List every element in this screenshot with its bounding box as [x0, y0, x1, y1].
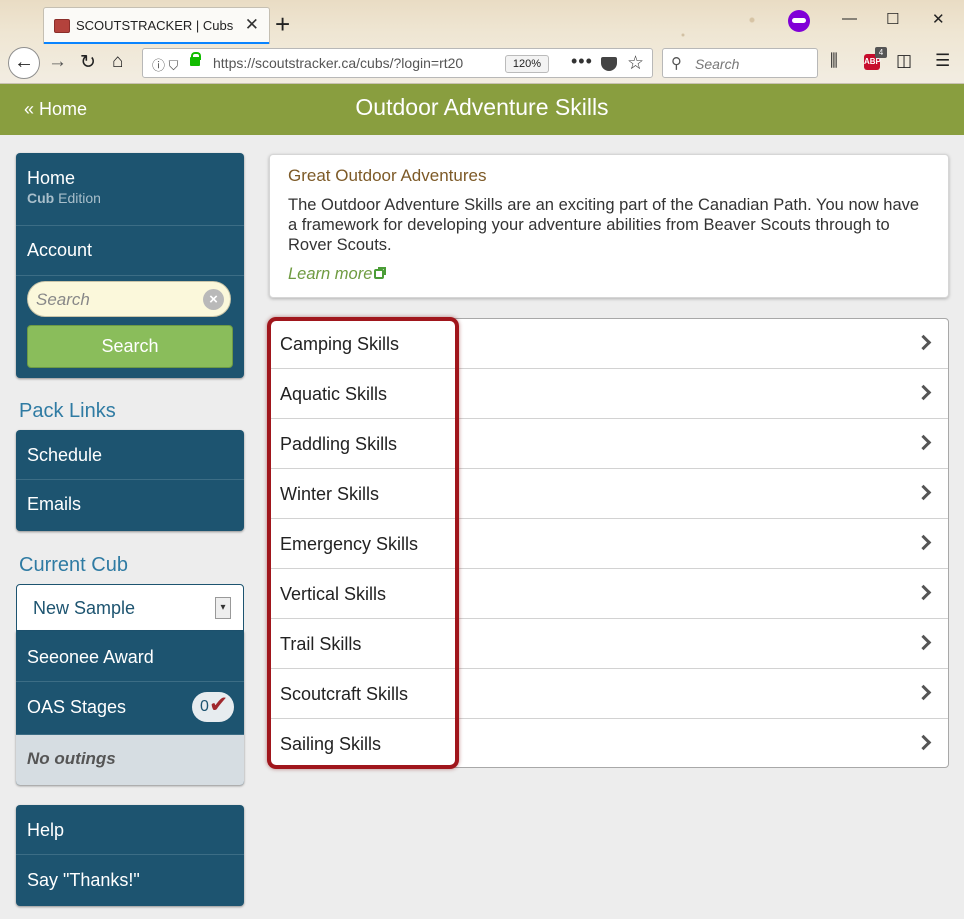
browser-search-field[interactable]: ⚲ Search — [662, 48, 818, 78]
minimize-icon[interactable]: — — [842, 10, 857, 27]
skill-label: Scoutcraft Skills — [280, 684, 409, 704]
sidebar-item-home[interactable]: Home Cub Edition — [16, 153, 244, 226]
browser-tab[interactable]: SCOUTSTRACKER | Cubs ✕ — [43, 7, 270, 44]
pack-links-heading: Pack Links — [19, 400, 116, 422]
forward-icon[interactable]: → — [48, 51, 67, 73]
search-placeholder: Search — [36, 290, 90, 309]
list-item-vertical-skills[interactable]: Vertical Skills — [270, 569, 948, 619]
list-item-trail-skills[interactable]: Trail Skills — [270, 619, 948, 669]
learn-more-link[interactable]: Learn more — [288, 265, 387, 284]
sidebar-item-schedule[interactable]: Schedule — [16, 430, 244, 480]
sidebar-item-oas-stages[interactable]: OAS Stages 0 ✔ — [16, 682, 244, 735]
list-item-camping-skills[interactable]: Camping Skills — [270, 319, 948, 369]
list-item-winter-skills[interactable]: Winter Skills — [270, 469, 948, 519]
reload-icon[interactable]: ↻ — [80, 51, 96, 74]
skill-label: Winter Skills — [280, 484, 380, 504]
sidebar-item-label: OAS Stages — [27, 697, 127, 717]
sidebar-item-label: Account — [27, 240, 93, 260]
maximize-icon[interactable]: ☐ — [886, 10, 899, 28]
new-tab-button[interactable]: + — [275, 9, 290, 39]
info-card: Great Outdoor Adventures The Outdoor Adv… — [269, 154, 949, 298]
browser-chrome: SCOUTSTRACKER | Cubs ✕ + — ☐ ✕ ← → ↻ ⌂ ⓘ… — [0, 0, 964, 84]
library-icon[interactable]: ⫼ — [830, 51, 838, 71]
chevron-right-icon — [915, 534, 932, 551]
home-icon[interactable]: ⌂ — [112, 51, 123, 73]
oas-count-badge: 0 ✔ — [192, 691, 234, 722]
chevron-right-icon — [915, 484, 932, 501]
skill-label: Camping Skills — [280, 334, 400, 354]
adblock-count-badge: 4 — [875, 47, 887, 58]
tab-title: SCOUTSTRACKER | Cubs — [76, 18, 234, 33]
sidebar-main-panel: Home Cub Edition Account Search × Search — [16, 153, 244, 378]
skill-label: Sailing Skills — [280, 734, 382, 754]
help-panel: Help Say "Thanks!" — [16, 805, 244, 906]
current-cub-panel: Seeonee Award OAS Stages 0 ✔ No outings — [16, 631, 244, 785]
current-cub-select[interactable]: New Sample ▾ — [16, 584, 244, 631]
no-outings-label: No outings — [16, 735, 244, 785]
clear-search-icon[interactable]: × — [203, 289, 224, 310]
browser-search-placeholder: Search — [695, 56, 740, 72]
pack-links-panel: Schedule Emails — [16, 430, 244, 531]
chevron-down-icon[interactable]: ▾ — [215, 597, 231, 619]
url-text[interactable]: https://scoutstracker.ca/cubs/?login=rt2… — [213, 55, 495, 71]
external-link-icon — [374, 267, 387, 279]
skills-list: Camping Skills Aquatic Skills Paddling S… — [269, 318, 949, 768]
edition-label: Cub Edition — [27, 190, 101, 206]
pocket-icon[interactable] — [601, 57, 617, 71]
tab-close-icon[interactable]: ✕ — [245, 15, 259, 35]
skill-label: Paddling Skills — [280, 434, 398, 454]
bookmark-star-icon[interactable]: ☆ — [627, 52, 644, 75]
list-item-aquatic-skills[interactable]: Aquatic Skills — [270, 369, 948, 419]
sidebar-item-help[interactable]: Help — [16, 805, 244, 855]
menu-icon[interactable]: ☰ — [935, 51, 950, 71]
back-icon[interactable]: ← — [8, 47, 40, 79]
current-cub-heading: Current Cub — [19, 554, 128, 576]
checkmark-icon: ✔ — [209, 691, 229, 717]
page-actions-icon[interactable]: ••• — [571, 51, 593, 72]
skill-label: Aquatic Skills — [280, 384, 388, 404]
sidebar-item-say-thanks[interactable]: Say "Thanks!" — [16, 855, 244, 905]
page-title: Outdoor Adventure Skills — [355, 94, 609, 120]
skill-label: Emergency Skills — [280, 534, 419, 554]
info-body: The Outdoor Adventure Skills are an exci… — [288, 196, 920, 254]
navigation-toolbar: ← → ↻ ⌂ ⓘ ⛉ https://scoutstracker.ca/cub… — [0, 44, 964, 84]
chevron-right-icon — [915, 434, 932, 451]
info-title: Great Outdoor Adventures — [288, 166, 487, 185]
chevron-right-icon — [915, 584, 932, 601]
list-item-paddling-skills[interactable]: Paddling Skills — [270, 419, 948, 469]
sidebar-item-label: Home — [27, 168, 76, 188]
sidebar-item-account[interactable]: Account — [16, 226, 244, 276]
sidebar-item-seeonee-award[interactable]: Seeonee Award — [16, 631, 244, 682]
lock-icon — [190, 52, 201, 66]
chevron-right-icon — [915, 634, 932, 651]
url-bar[interactable]: ⓘ ⛉ https://scoutstracker.ca/cubs/?login… — [142, 48, 653, 78]
current-cub-value: New Sample — [33, 598, 136, 618]
skill-label: Vertical Skills — [280, 584, 387, 604]
private-browsing-icon — [788, 10, 810, 32]
list-item-emergency-skills[interactable]: Emergency Skills — [270, 519, 948, 569]
close-window-icon[interactable]: ✕ — [932, 10, 945, 28]
search-icon: ⚲ — [671, 55, 682, 72]
theme-decoration — [614, 0, 844, 50]
chevron-right-icon — [915, 334, 932, 351]
list-item-scoutcraft-skills[interactable]: Scoutcraft Skills — [270, 669, 948, 719]
learn-more-label: Learn more — [288, 265, 373, 283]
zoom-indicator[interactable]: 120% — [505, 55, 549, 73]
favicon-icon — [54, 19, 70, 33]
chevron-right-icon — [915, 684, 932, 701]
list-item-sailing-skills[interactable]: Sailing Skills — [270, 719, 948, 769]
skill-label: Trail Skills — [280, 634, 362, 654]
sidebar-item-emails[interactable]: Emails — [16, 480, 244, 530]
sidebar-search-input[interactable]: Search × — [27, 281, 231, 317]
chevron-right-icon — [915, 734, 932, 751]
sidebar-icon[interactable]: ◫ — [896, 51, 912, 71]
sidebar-search-button[interactable]: Search — [27, 325, 233, 368]
oas-count: 0 — [200, 698, 209, 715]
page-header: « Home Outdoor Adventure Skills — [0, 84, 964, 135]
site-info-icon[interactable]: ⓘ ⛉ — [152, 55, 178, 74]
chevron-right-icon — [915, 384, 932, 401]
